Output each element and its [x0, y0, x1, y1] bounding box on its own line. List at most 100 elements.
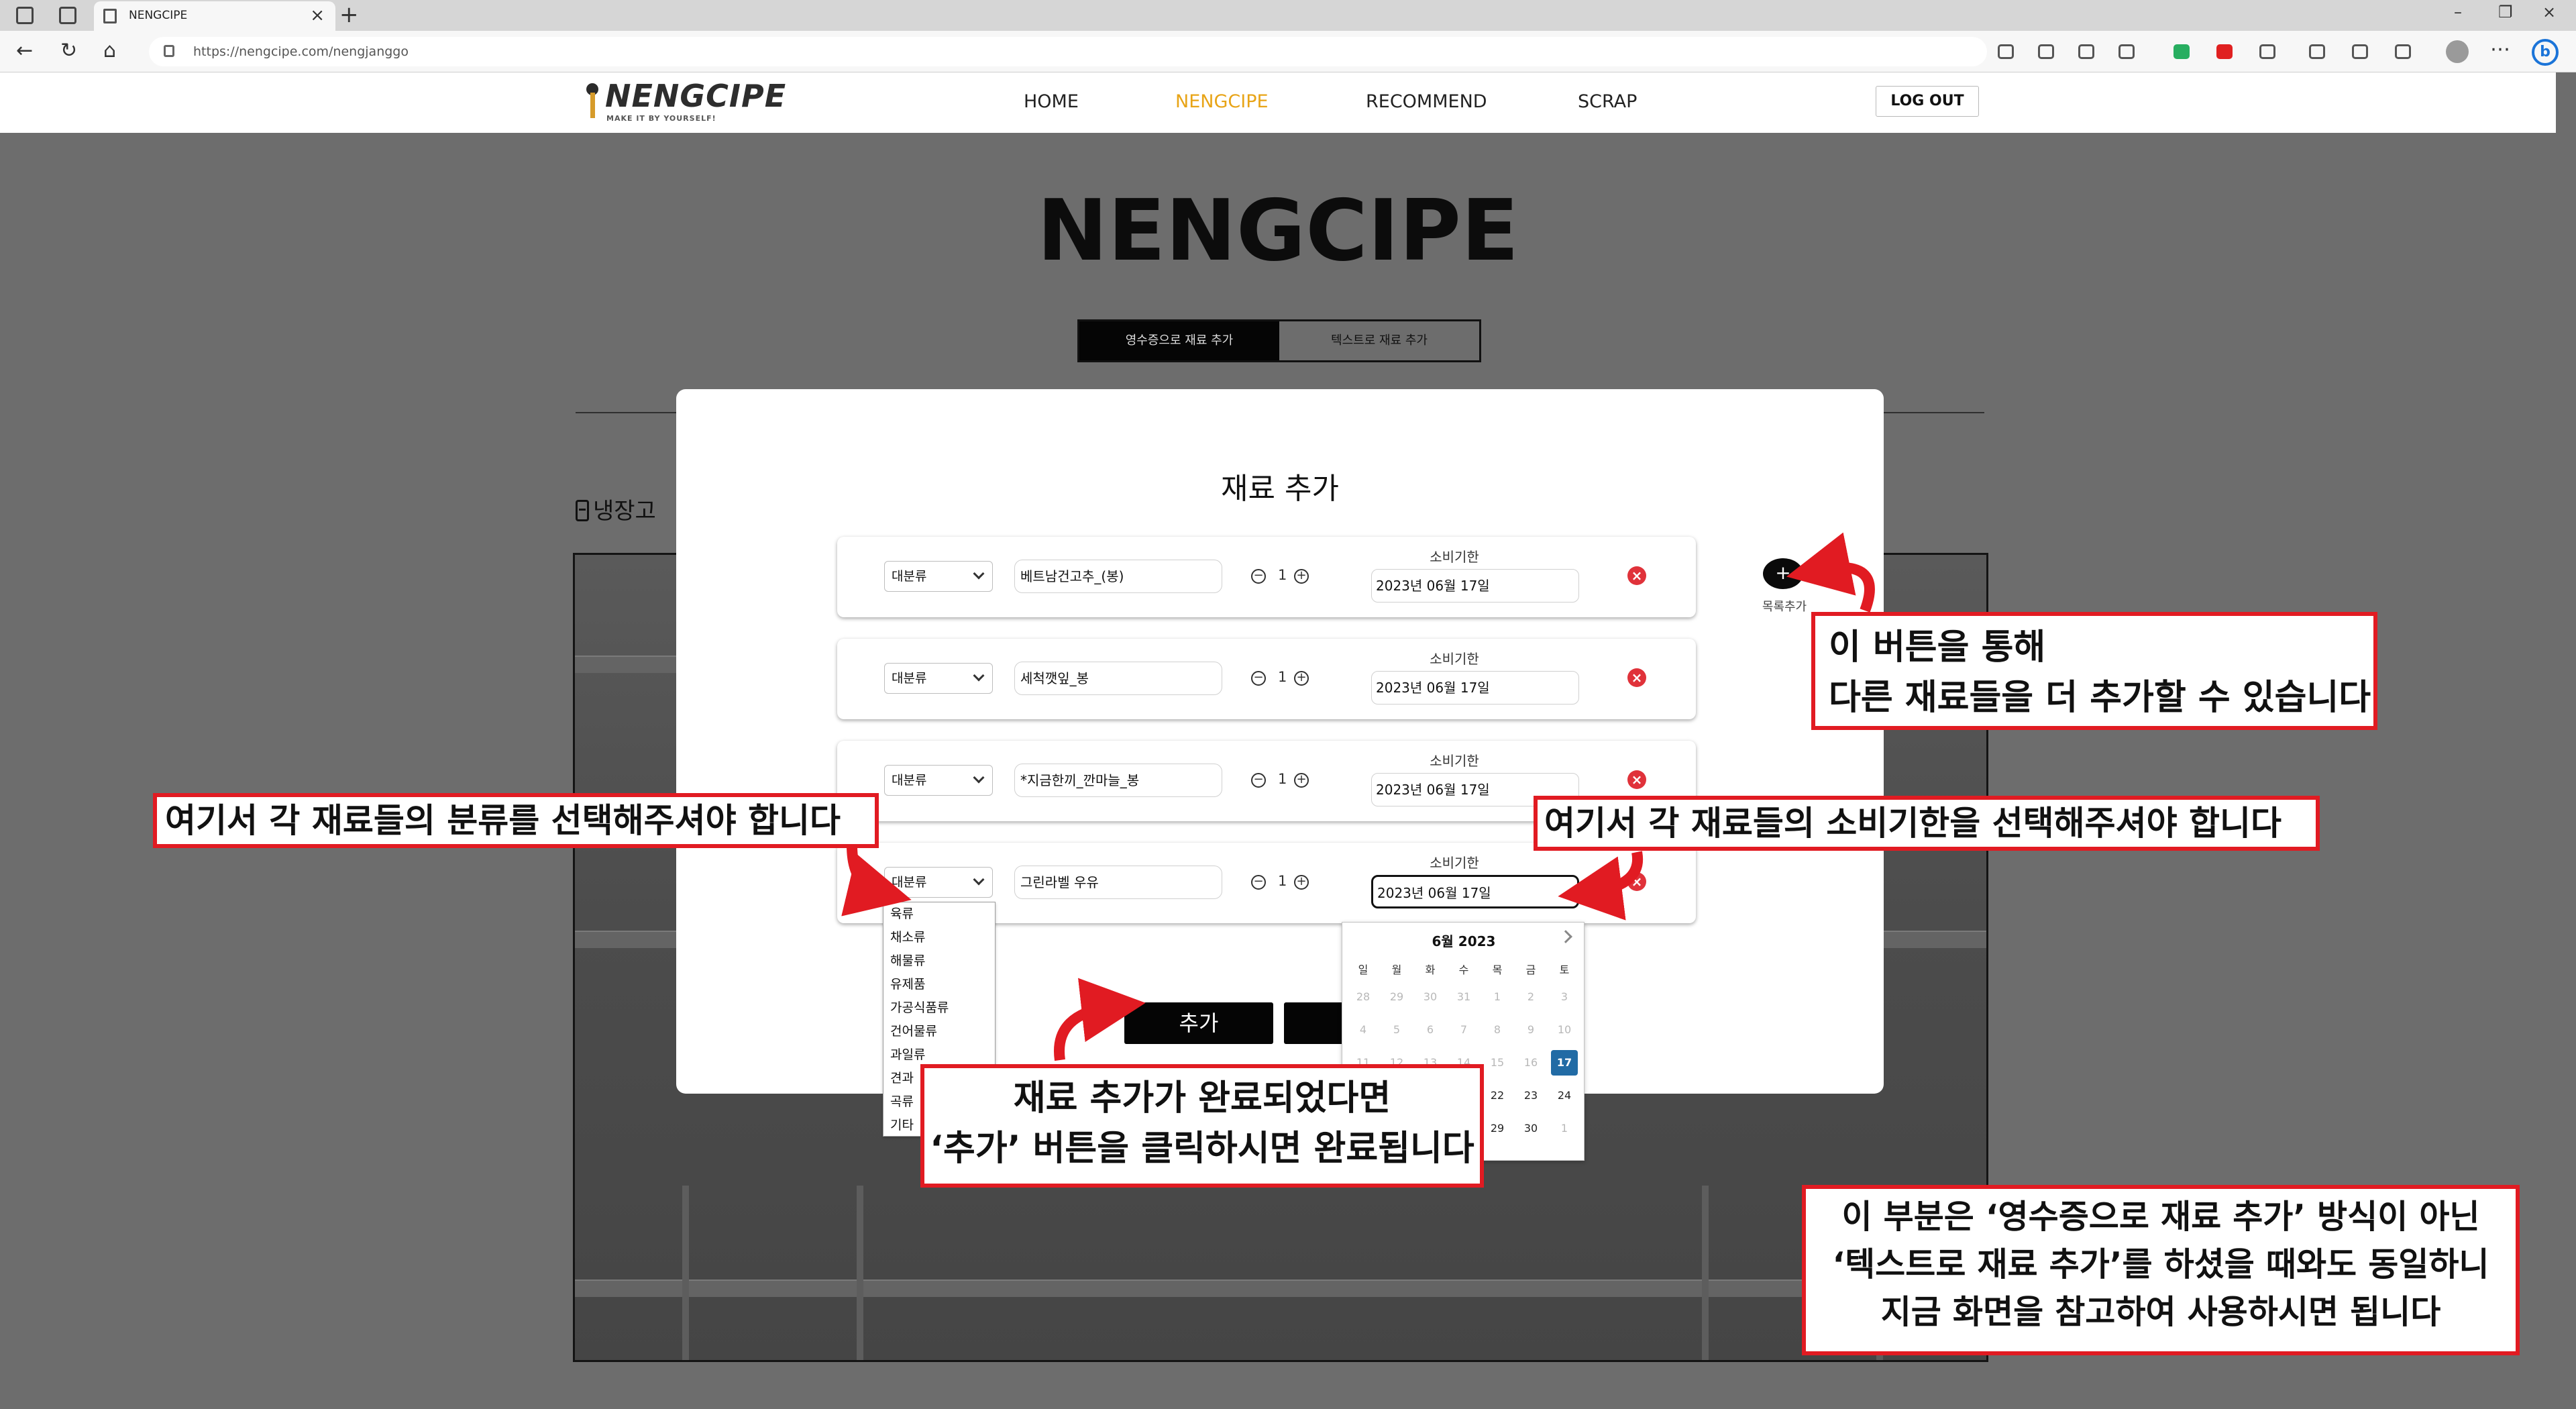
lock-icon[interactable]: [164, 45, 174, 57]
category-option[interactable]: 채소류: [883, 926, 995, 949]
logout-button[interactable]: LOG OUT: [1876, 86, 1979, 117]
decrease-quantity-icon[interactable]: −: [1251, 773, 1266, 788]
calendar-day[interactable]: 23: [1514, 1079, 1548, 1112]
calendar-day[interactable]: 16: [1514, 1046, 1548, 1079]
calendar-day[interactable]: 29: [1481, 1112, 1514, 1145]
browser-essentials-icon[interactable]: [2395, 44, 2411, 59]
close-window-icon[interactable]: ×: [2542, 3, 2556, 21]
category-option[interactable]: 과일류: [883, 1043, 995, 1067]
calendar-day[interactable]: 10: [1548, 1013, 1581, 1046]
delete-row-icon[interactable]: ×: [1627, 872, 1646, 891]
calendar-weekday: 화: [1425, 963, 1436, 976]
calendar-day[interactable]: 7: [1447, 1013, 1481, 1046]
calendar-day[interactable]: 22: [1481, 1079, 1514, 1112]
bing-chat-icon[interactable]: b: [2532, 39, 2559, 66]
calendar-day[interactable]: 30: [1413, 980, 1447, 1013]
minimize-icon[interactable]: –: [2454, 3, 2462, 21]
expiry-date-input[interactable]: 2023년 06월 17일: [1371, 875, 1579, 908]
home-icon[interactable]: ⌂: [103, 39, 116, 62]
tab-receipt-add[interactable]: 영수증으로 재료 추가: [1079, 321, 1279, 360]
decrease-quantity-icon[interactable]: −: [1251, 875, 1266, 890]
youtube-extension-icon[interactable]: [2216, 44, 2233, 59]
calendar-day[interactable]: 17: [1548, 1046, 1581, 1079]
browser-tab[interactable]: NENGCIPE ×: [94, 1, 335, 31]
add-mode-tabs: 영수증으로 재료 추가 텍스트로 재료 추가: [1077, 319, 1481, 362]
calendar-day[interactable]: 3: [1548, 980, 1581, 1013]
expiry-label: 소비기한: [1430, 753, 1479, 769]
fridge-icon: [576, 500, 589, 521]
fridge-shelf-bar: [682, 1186, 689, 1360]
chevron-down-icon: [973, 670, 985, 682]
category-select[interactable]: 대분류: [884, 663, 993, 694]
translate-icon[interactable]: [2078, 44, 2094, 59]
calendar-day[interactable]: 4: [1346, 1013, 1380, 1046]
workspaces-icon[interactable]: [16, 7, 34, 24]
ingredient-name-input[interactable]: 베트남건고추_(봉): [1014, 560, 1222, 593]
increase-quantity-icon[interactable]: +: [1294, 671, 1309, 686]
decrease-quantity-icon[interactable]: −: [1251, 671, 1266, 686]
calendar-day[interactable]: 5: [1380, 1013, 1413, 1046]
calendar-day[interactable]: 8: [1481, 1013, 1514, 1046]
increase-quantity-icon[interactable]: +: [1294, 875, 1309, 890]
category-option[interactable]: 유제품: [883, 973, 995, 996]
callout-add-row: 이 버튼을 통해 다른 재료들을 더 추가할 수 있습니다: [1811, 612, 2377, 730]
increase-quantity-icon[interactable]: +: [1294, 569, 1309, 584]
calendar-day[interactable]: 1: [1481, 980, 1514, 1013]
nav-nengcipe[interactable]: NENGCIPE: [1175, 91, 1269, 112]
refresh-icon[interactable]: ↻: [60, 39, 77, 62]
calendar-day[interactable]: 29: [1380, 980, 1413, 1013]
nav-scrap[interactable]: SCRAP: [1578, 91, 1637, 112]
decrease-quantity-icon[interactable]: −: [1251, 569, 1266, 584]
calendar-day[interactable]: 2: [1514, 980, 1548, 1013]
camera-icon[interactable]: [1998, 44, 2014, 59]
category-select[interactable]: 대분류: [884, 765, 993, 796]
restore-icon[interactable]: ❐: [2498, 3, 2513, 21]
read-aloud-icon[interactable]: [2038, 44, 2054, 59]
delete-row-icon[interactable]: ×: [1627, 668, 1646, 687]
callout-expiry: 여기서 각 재료들의 소비기한을 선택해주셔야 합니다: [1534, 796, 2320, 851]
calendar-day[interactable]: 30: [1514, 1112, 1548, 1145]
url-field[interactable]: https://nengcipe.com/nengjanggo: [149, 37, 1987, 66]
ingredient-name-input[interactable]: *지금한끼_깐마늘_봉: [1014, 764, 1222, 797]
add-row-button[interactable]: +: [1763, 558, 1803, 589]
ingredient-name-input[interactable]: 세척깻잎_봉: [1014, 662, 1222, 695]
nav-home[interactable]: HOME: [1024, 91, 1079, 112]
profile-avatar[interactable]: [2446, 40, 2469, 63]
fridge-heading: 냉장고: [576, 492, 656, 525]
quantity-value: 1: [1278, 771, 1287, 787]
close-tab-icon[interactable]: ×: [310, 5, 325, 25]
calendar-day[interactable]: 28: [1346, 980, 1380, 1013]
tab-actions-icon[interactable]: [59, 7, 76, 24]
calendar-day[interactable]: 6: [1413, 1013, 1447, 1046]
nav-recommend[interactable]: RECOMMEND: [1366, 91, 1487, 112]
category-select[interactable]: 대분류: [884, 867, 993, 898]
calendar-day[interactable]: 15: [1481, 1046, 1514, 1079]
extension-green-icon[interactable]: [2174, 44, 2190, 59]
site-logo[interactable]: NENGCIPE MAKE IT BY YOURSELF!: [586, 76, 786, 127]
calendar-day[interactable]: 31: [1447, 980, 1481, 1013]
category-option[interactable]: 건어물류: [883, 1020, 995, 1043]
delete-row-icon[interactable]: ×: [1627, 566, 1646, 585]
category-option[interactable]: 육류: [883, 902, 995, 926]
collections-icon[interactable]: [2352, 44, 2368, 59]
back-icon[interactable]: ←: [16, 39, 33, 62]
new-tab-icon[interactable]: +: [339, 1, 359, 28]
favorite-star-icon[interactable]: [2118, 44, 2135, 59]
refresh-extension-icon[interactable]: [2259, 44, 2275, 59]
category-select[interactable]: 대분류: [884, 561, 993, 592]
favorites-icon[interactable]: [2309, 44, 2325, 59]
calendar-day[interactable]: 24: [1548, 1079, 1581, 1112]
calendar-day[interactable]: 9: [1514, 1013, 1548, 1046]
more-menu-icon[interactable]: ⋯: [2490, 38, 2510, 61]
expiry-label: 소비기한: [1430, 855, 1479, 871]
increase-quantity-icon[interactable]: +: [1294, 773, 1309, 788]
ingredient-name-input[interactable]: 그린라벨 우유: [1014, 866, 1222, 899]
category-option[interactable]: 가공식품류: [883, 996, 995, 1020]
category-option[interactable]: 해물류: [883, 949, 995, 973]
expiry-date-input[interactable]: 2023년 06월 17일: [1371, 671, 1579, 704]
tab-text-add[interactable]: 텍스트로 재료 추가: [1279, 321, 1479, 360]
expiry-date-input[interactable]: 2023년 06월 17일: [1371, 569, 1579, 603]
calendar-day[interactable]: 1: [1548, 1112, 1581, 1145]
submit-add-button[interactable]: 추가: [1124, 1002, 1273, 1044]
delete-row-icon[interactable]: ×: [1627, 770, 1646, 789]
